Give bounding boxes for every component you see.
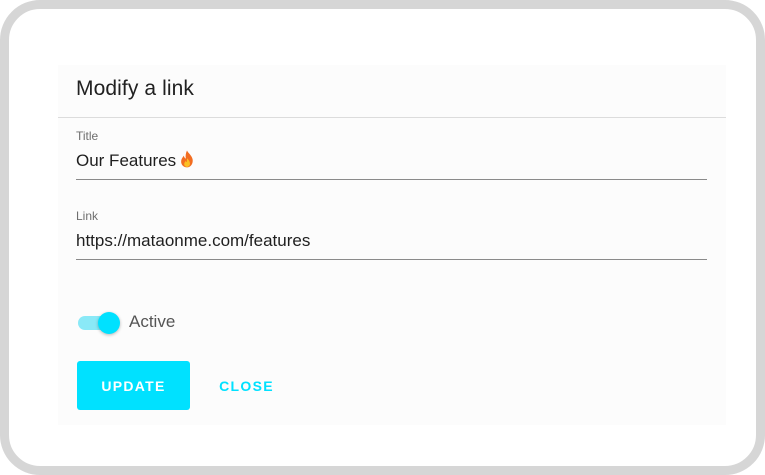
active-toggle-thumb[interactable] [98, 312, 120, 334]
dialog-header: Modify a link [58, 65, 726, 118]
dialog-title: Modify a link [76, 77, 195, 100]
device-frame: Modify a link Title Our Features Link Ac… [0, 0, 765, 475]
fire-icon [181, 150, 193, 168]
title-field-label: Title [76, 129, 99, 143]
title-field-underline [76, 179, 707, 180]
title-field-text: Our Features [76, 151, 177, 170]
close-button[interactable]: CLOSE [208, 361, 285, 410]
active-toggle-label[interactable]: Active [129, 312, 175, 332]
modify-link-dialog: Modify a link Title Our Features Link Ac… [58, 65, 726, 425]
link-field-underline [76, 259, 707, 260]
update-button[interactable]: UPDATE [77, 361, 190, 410]
active-toggle-row[interactable]: Active [78, 310, 278, 334]
title-field-value[interactable]: Our Features [76, 150, 194, 171]
link-input[interactable] [76, 228, 707, 254]
link-field-label: Link [76, 209, 99, 223]
